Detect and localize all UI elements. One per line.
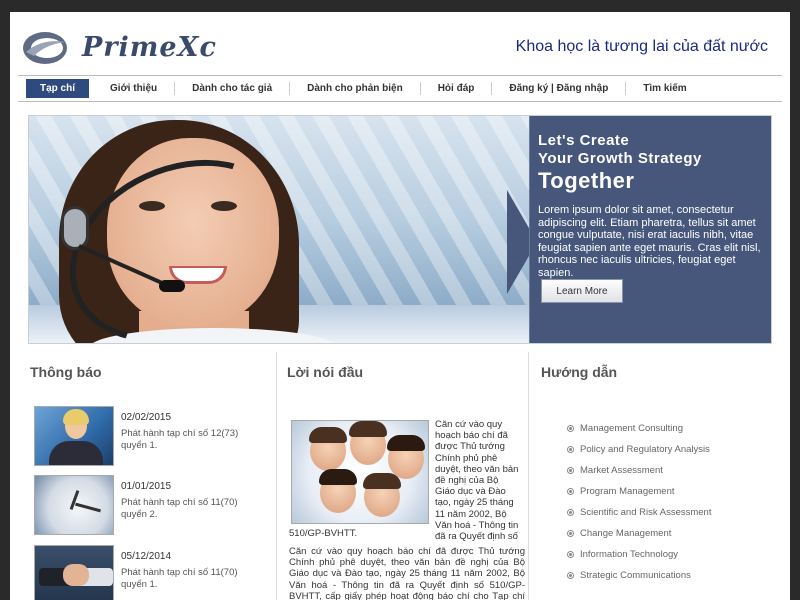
guide-link-label[interactable]: Management Consulting (580, 423, 683, 434)
circle-bullet-icon (567, 425, 574, 432)
announcements-section: Thông báo 02/02/2015 Phát hành tạp chí s… (30, 352, 265, 600)
guide-link-label[interactable]: Information Technology (580, 549, 678, 560)
list-item[interactable]: 05/12/2014 Phát hành tạp chí số 11(70) q… (34, 545, 264, 600)
hero-panel: Let's Create Your Growth Strategy Togeth… (529, 116, 771, 343)
nav-item-hoi-dap[interactable]: Hỏi đáp (421, 82, 493, 95)
hero-photo (29, 116, 529, 343)
guide-link[interactable]: Change Management (567, 523, 711, 544)
hero-banner: Let's Create Your Growth Strategy Togeth… (28, 115, 772, 344)
nav-item-gioi-thieu[interactable]: Giới thiệu (93, 82, 176, 95)
page: PrimeXc Khoa học là tương lai của đất nư… (10, 12, 790, 600)
guide-section: Hướng dẫn Management Consulting Policy a… (528, 352, 790, 600)
nav-item-tap-chi[interactable]: Tạp chí (26, 79, 90, 98)
clock-thumbnail (34, 475, 114, 535)
guide-link-label[interactable]: Change Management (580, 528, 671, 539)
logo-mark-icon (23, 32, 67, 64)
hero-heading: Let's Create Your Growth Strategy (538, 132, 702, 168)
foreword-side-text-cont: 510/GP-BVHTT. (289, 528, 358, 539)
announcement-text[interactable]: Phát hành tạp chí số 12(73) quyển 1. (121, 428, 261, 451)
circle-bullet-icon (567, 488, 574, 495)
guide-link-label[interactable]: Scientific and Risk Assessment (580, 507, 711, 518)
guide-link[interactable]: Program Management (567, 481, 711, 502)
main-nav: Tạp chí Giới thiệu Dành cho tác giả Dành… (18, 75, 782, 102)
hero-heading-line2: Your Growth Strategy (538, 150, 702, 167)
guide-link[interactable]: Scientific and Risk Assessment (567, 502, 711, 523)
hero-heading-big: Together (538, 168, 635, 193)
announcement-date: 05/12/2014 (121, 551, 172, 562)
group-photo (291, 420, 429, 524)
guide-link[interactable]: Information Technology (567, 544, 711, 565)
nav-item-tac-gia[interactable]: Dành cho tác giả (175, 82, 291, 95)
guide-link[interactable]: Strategic Communications (567, 565, 711, 586)
foreword-body: Căn cứ vào quy hoạch báo chí đã được Thủ… (289, 546, 525, 600)
nav-item-phan-bien[interactable]: Dành cho phản biện (290, 82, 421, 95)
learn-more-button[interactable]: Learn More (541, 279, 623, 303)
logo-text: PrimeXc (82, 32, 217, 63)
announcement-date: 02/02/2015 (121, 412, 172, 423)
slogan: Khoa học là tương lai của đất nước (515, 38, 768, 55)
list-item[interactable]: 02/02/2015 Phát hành tạp chí số 12(73) q… (34, 406, 264, 466)
guide-list: Management Consulting Policy and Regulat… (567, 418, 711, 586)
foreword-title: Lời nói đầu (287, 364, 364, 380)
circle-bullet-icon (567, 509, 574, 516)
foreword-section: Lời nói đầu Căn cứ vào quy hoạch báo chí… (276, 352, 528, 600)
hero-body: Lorem ipsum dolor sit amet, consectetur … (538, 204, 761, 279)
nav-item-dang-ky-dang-nhap[interactable]: Đăng ký | Đăng nhập (492, 82, 627, 95)
announcement-thumbnail (34, 406, 114, 466)
guide-link-label[interactable]: Market Assessment (580, 465, 663, 476)
list-item[interactable]: 01/01/2015 Phát hành tạp chí số 11(70) q… (34, 475, 264, 535)
circle-bullet-icon (567, 551, 574, 558)
announcement-date: 01/01/2015 (121, 481, 172, 492)
nav-item-tim-kiem[interactable]: Tìm kiếm (626, 82, 703, 95)
guide-link-label[interactable]: Strategic Communications (580, 570, 691, 581)
announcement-text[interactable]: Phát hành tạp chí số 11(70) quyển 2. (121, 497, 261, 520)
announcements-title: Thông báo (30, 364, 102, 380)
logo[interactable]: PrimeXc (22, 30, 216, 66)
guide-link-label[interactable]: Policy and Regulatory Analysis (580, 444, 710, 455)
circle-bullet-icon (567, 530, 574, 537)
announcement-text[interactable]: Phát hành tạp chí số 11(70) quyển 1. (121, 567, 261, 590)
guide-link[interactable]: Policy and Regulatory Analysis (567, 439, 711, 460)
circle-bullet-icon (567, 446, 574, 453)
circle-bullet-icon (567, 467, 574, 474)
guide-link-label[interactable]: Program Management (580, 486, 675, 497)
guide-link[interactable]: Market Assessment (567, 460, 711, 481)
guide-title: Hướng dẫn (541, 364, 618, 380)
foreword-side-text: Căn cứ vào quy hoạch báo chí đã được Thủ… (435, 419, 519, 543)
guide-link[interactable]: Management Consulting (567, 418, 711, 439)
handshake-thumbnail (34, 545, 114, 600)
hero-heading-line1: Let's Create (538, 132, 630, 149)
circle-bullet-icon (567, 572, 574, 579)
